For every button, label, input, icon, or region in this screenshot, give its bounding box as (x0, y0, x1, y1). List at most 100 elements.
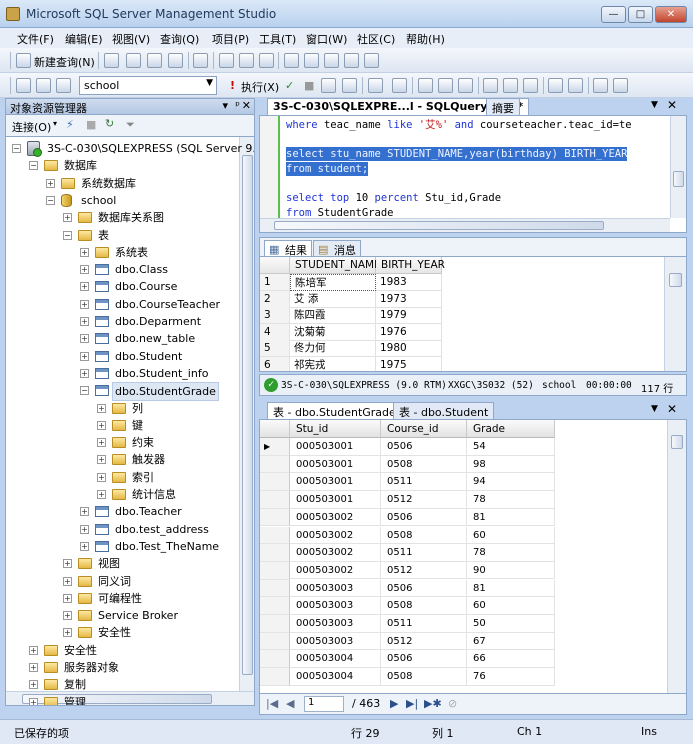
results-grid-toggle-icon[interactable] (503, 78, 518, 93)
expand-icon[interactable]: + (97, 455, 106, 465)
results-text-toggle-icon[interactable] (523, 78, 538, 93)
expand-icon[interactable]: + (97, 438, 106, 448)
object-explorer-icon[interactable] (304, 53, 319, 68)
row-number[interactable]: 6 (260, 356, 290, 371)
collapse-icon[interactable]: − (29, 161, 38, 171)
new-query-button[interactable]: 新建查询(N) (34, 54, 95, 70)
connect-button[interactable]: 连接(O) (12, 119, 51, 135)
expand-icon[interactable]: + (97, 490, 106, 499)
tree-node[interactable]: + 同义词 (6, 573, 238, 590)
table-cell[interactable]: 1980 (376, 340, 442, 357)
display-plan-icon[interactable] (321, 78, 336, 93)
increase-indent-icon[interactable] (613, 78, 628, 93)
table-cell[interactable]: 0511 (381, 544, 467, 562)
next-record-icon[interactable]: ▶ (390, 697, 398, 710)
table-cell[interactable]: 76 (467, 668, 555, 686)
record-number-input[interactable]: 1 (304, 696, 344, 712)
expand-icon[interactable]: + (80, 541, 89, 551)
menu-query[interactable]: 查询(Q) (160, 31, 199, 47)
tree-node[interactable]: + 安全性 (6, 642, 238, 659)
table-cell[interactable]: 000503003 (290, 615, 381, 633)
row-selector[interactable] (260, 650, 290, 669)
tree-node[interactable]: − 3S-C-030\SQLEXPRESS (SQL Server 9.0 (6, 140, 254, 157)
expand-icon[interactable]: + (80, 507, 89, 517)
specify-values-icon[interactable] (368, 78, 383, 93)
expand-icon[interactable]: + (80, 334, 89, 344)
expand-icon[interactable]: + (46, 178, 55, 188)
editor-horizontal-scrollbar[interactable] (260, 218, 670, 232)
sql-editor[interactable]: where teac_name like '艾%' and courseteac… (259, 115, 687, 233)
table-cell[interactable]: 81 (467, 508, 555, 527)
row-selector[interactable] (260, 561, 290, 580)
decrease-indent-icon[interactable] (593, 78, 608, 93)
row-number[interactable]: 5 (260, 340, 290, 357)
registered-servers-icon[interactable] (284, 53, 299, 68)
execute-icon[interactable]: ! (230, 79, 235, 92)
parse-check-icon[interactable]: ✓ (285, 79, 294, 92)
expand-icon[interactable]: + (97, 472, 106, 482)
comment-icon[interactable] (548, 78, 563, 93)
editor-vertical-scrollbar[interactable] (670, 116, 686, 218)
table-cell[interactable]: 000503004 (290, 668, 381, 686)
close-button[interactable]: ✕ (655, 6, 687, 23)
tab-list-icon[interactable]: ▼ (651, 404, 658, 414)
current-row-indicator-icon[interactable]: ▶ (260, 438, 290, 456)
results-scroll-thumb[interactable] (669, 273, 682, 287)
connect-icon[interactable]: ⚡ (66, 118, 74, 131)
tab-student[interactable]: 表 - dbo.Student (393, 402, 495, 419)
collapse-icon[interactable]: − (80, 386, 89, 396)
tree-node[interactable]: + dbo.test_address (6, 521, 238, 538)
table-cell[interactable]: 陈培军 (290, 274, 376, 291)
table-cell[interactable]: 0508 (381, 597, 467, 615)
menu-tools[interactable]: 工具(T) (259, 31, 296, 47)
menu-project[interactable]: 项目(P) (212, 31, 249, 47)
tree-node[interactable]: + dbo.new_table (6, 330, 238, 347)
table-cell[interactable]: 000503001 (290, 455, 381, 474)
save-icon[interactable] (239, 53, 254, 68)
menu-edit[interactable]: 编辑(E) (65, 31, 103, 47)
connect-icon[interactable] (16, 78, 31, 93)
row-selector[interactable] (260, 473, 290, 492)
table-cell[interactable]: 78 (467, 544, 555, 562)
expand-icon[interactable]: + (80, 299, 89, 309)
collapse-icon[interactable]: − (46, 195, 55, 205)
properties-icon[interactable] (344, 53, 359, 68)
row-selector[interactable] (260, 632, 290, 651)
tree-node[interactable]: + 系统表 (6, 244, 238, 261)
tree-node[interactable]: + 系统数据库 (6, 175, 238, 192)
table-cell[interactable]: 50 (467, 615, 555, 633)
table-cell[interactable]: 1983 (376, 274, 442, 291)
table-cell[interactable]: 0512 (381, 491, 467, 509)
uncomment-icon[interactable] (568, 78, 583, 93)
table-cell[interactable]: 0508 (381, 455, 467, 474)
table-cell[interactable]: 1973 (376, 290, 442, 308)
row-number[interactable]: 4 (260, 323, 290, 341)
tree-node[interactable]: + 数据库关系图 (6, 209, 238, 226)
table-cell[interactable]: 81 (467, 579, 555, 598)
disconnect-icon[interactable]: ■ (86, 118, 96, 131)
expand-icon[interactable]: + (63, 213, 72, 223)
table-cell[interactable]: 000503004 (290, 650, 381, 668)
tree-node[interactable]: + 安全性 (6, 624, 238, 641)
collapse-icon[interactable]: − (12, 144, 21, 153)
table-cell[interactable]: 0511 (381, 615, 467, 633)
table-cell[interactable]: 000503002 (290, 544, 381, 562)
row-selector[interactable] (260, 491, 290, 509)
dropdown-icon[interactable]: ▾ (222, 99, 228, 112)
expand-icon[interactable]: + (97, 420, 106, 430)
table-cell[interactable]: 艾 添 (290, 290, 376, 308)
table-cell[interactable]: 沈菊菊 (290, 323, 376, 341)
row-selector[interactable] (260, 508, 290, 527)
table-cell[interactable]: 陈四霞 (290, 307, 376, 324)
query-designer-icon[interactable] (342, 78, 357, 93)
table-cell[interactable]: 000503002 (290, 508, 381, 527)
expand-icon[interactable]: + (80, 351, 89, 361)
results-to-text-icon[interactable] (392, 78, 407, 93)
tree-node[interactable]: + dbo.Teacher (6, 503, 238, 520)
include-plan-icon[interactable] (418, 78, 433, 93)
row-selector[interactable] (260, 597, 290, 615)
row-selector[interactable] (260, 579, 290, 598)
tree-node[interactable]: + 管理 (6, 694, 238, 705)
menu-community[interactable]: 社区(C) (357, 31, 395, 47)
table-cell[interactable]: 1976 (376, 323, 442, 341)
